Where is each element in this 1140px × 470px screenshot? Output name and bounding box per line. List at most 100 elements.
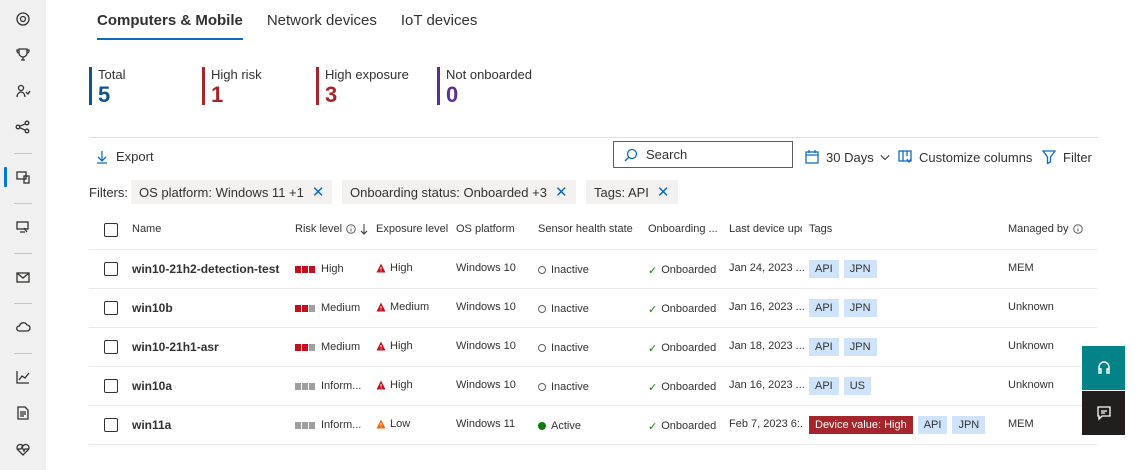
device-name-link[interactable]: win10-21h2-detection-test	[132, 261, 292, 277]
risk-level-cell: Inform...	[295, 378, 371, 394]
last-update-text: Jan 16, 2023 ...	[729, 301, 804, 313]
exposure-level-cell: Low	[376, 416, 454, 432]
filter-label: Filter	[1063, 149, 1092, 165]
filter-icon	[1041, 150, 1057, 165]
risk-level-text: Inform...	[321, 419, 362, 431]
row-checkbox[interactable]	[104, 262, 118, 276]
inactive-status-dot	[538, 383, 546, 391]
tab-iot-devices[interactable]: IoT devices	[401, 0, 477, 40]
time-range-label: 30 Days	[826, 149, 874, 165]
tab-computers-mobile[interactable]: Computers & Mobile	[97, 0, 243, 40]
sort-descending-icon[interactable]	[360, 223, 368, 235]
info-icon[interactable]	[1072, 224, 1083, 234]
tag-badge: US	[843, 377, 872, 395]
filters-label: Filters:	[89, 185, 128, 200]
search-input[interactable]	[646, 147, 786, 162]
onboarding-text: Onboarded	[661, 381, 717, 393]
column-header-managed-by[interactable]: Managed by	[1008, 223, 1098, 235]
info-icon[interactable]	[346, 224, 356, 234]
risk-level-cell: Medium	[295, 300, 371, 316]
column-header-exposure-level[interactable]: Exposure level	[376, 223, 454, 235]
column-header-sensor-health[interactable]: Sensor health state	[538, 223, 644, 235]
export-label: Export	[116, 149, 154, 164]
row-divider	[89, 288, 1098, 289]
help-chat-button[interactable]	[1082, 346, 1125, 390]
checkmark-icon: ✓	[648, 342, 658, 355]
stat-value: 0	[446, 82, 459, 107]
device-name-link[interactable]: win10a	[132, 378, 292, 394]
trophy-icon[interactable]	[14, 46, 32, 64]
remove-filter-icon[interactable]: ✕	[312, 185, 325, 200]
column-header-label: Managed by	[1008, 223, 1069, 235]
risk-level-cell: Medium	[295, 339, 371, 355]
stat-label: Total	[98, 67, 126, 82]
row-checkbox[interactable]	[104, 340, 118, 354]
select-all-checkbox[interactable]	[104, 223, 118, 237]
sensor-health-cell: Active	[538, 418, 638, 434]
onboarding-text: Onboarded	[661, 342, 717, 354]
exposure-level-cell: Medium	[376, 299, 454, 315]
inactive-status-dot	[538, 266, 546, 274]
report-icon[interactable]	[14, 404, 32, 422]
column-header-last-update[interactable]: Last device upc	[729, 223, 802, 235]
device-name-link[interactable]: win10b	[132, 300, 292, 316]
cloud-icon[interactable]	[14, 318, 32, 336]
devices-icon[interactable]	[14, 168, 32, 186]
filter-button[interactable]: Filter	[1041, 149, 1092, 165]
chart-icon[interactable]	[14, 368, 32, 386]
rail-divider	[14, 303, 32, 304]
active-status-dot	[538, 422, 546, 430]
column-header-name[interactable]: Name	[132, 223, 282, 235]
stat-high-exposure[interactable]: High exposure 3	[316, 67, 409, 106]
risk-level-text: Medium	[321, 341, 361, 353]
onboarding-cell: ✓ Onboarded	[648, 340, 726, 356]
risk-level-square	[302, 382, 308, 390]
row-checkbox[interactable]	[104, 379, 118, 393]
device-name-link[interactable]: win10-21h1-asr	[132, 339, 292, 355]
risk-level-square	[302, 265, 308, 273]
risk-level-square	[309, 382, 315, 390]
device-name-link[interactable]: win11a	[132, 417, 292, 433]
row-checkbox[interactable]	[104, 418, 118, 432]
os-platform-text: Windows 10	[456, 379, 516, 391]
remove-filter-icon[interactable]: ✕	[657, 185, 670, 200]
users-icon[interactable]	[14, 82, 32, 100]
tag-badge: API	[917, 416, 948, 434]
filter-chip-onboarding-status[interactable]: Onboarding status: Onboarded +3 ✕	[342, 180, 576, 204]
row-checkbox[interactable]	[104, 301, 118, 315]
risk-level-square	[302, 304, 308, 312]
search-box[interactable]	[613, 141, 793, 168]
exposure-level-cell: High	[376, 260, 454, 276]
remove-filter-icon[interactable]: ✕	[555, 185, 568, 200]
graph-icon[interactable]	[14, 118, 32, 136]
stat-not-onboarded[interactable]: Not onboarded 0	[437, 67, 532, 107]
column-header-onboarding[interactable]: Onboarding ...	[648, 223, 726, 235]
chevron-down-icon	[880, 154, 890, 161]
column-header-os-platform[interactable]: OS platform	[456, 223, 534, 235]
endpoints-icon[interactable]	[14, 218, 32, 236]
filter-chip-tags[interactable]: Tags: API ✕	[586, 180, 678, 204]
stat-high-risk[interactable]: High risk 1	[202, 67, 262, 106]
warning-triangle-icon	[376, 341, 386, 351]
sensor-health-text: Inactive	[551, 264, 589, 276]
customize-columns-button[interactable]: Customize columns	[897, 149, 1032, 165]
column-header-risk-level[interactable]: Risk level	[295, 223, 373, 235]
search-icon	[624, 148, 638, 161]
onboarding-text: Onboarded	[661, 303, 717, 315]
column-header-tags[interactable]: Tags	[809, 223, 999, 235]
stat-total[interactable]: Total 5	[89, 67, 126, 106]
risk-level-square	[309, 343, 315, 351]
tab-network-devices[interactable]: Network devices	[267, 0, 377, 40]
export-button[interactable]: Export	[96, 149, 154, 164]
health-icon[interactable]	[14, 440, 32, 458]
mail-icon[interactable]	[14, 268, 32, 286]
tag-badge: JPN	[843, 338, 877, 356]
filter-chip-label: OS platform: Windows 11 +1	[139, 184, 304, 200]
dashboard-icon[interactable]	[14, 10, 32, 28]
filter-chip-os-platform[interactable]: OS platform: Windows 11 +1 ✕	[131, 180, 333, 204]
exposure-level-text: Low	[390, 418, 411, 430]
feedback-button[interactable]	[1082, 391, 1125, 435]
time-range-dropdown[interactable]: 30 Days	[804, 149, 890, 165]
sensor-health-cell: Inactive	[538, 340, 638, 356]
device-type-tabs: Computers & Mobile Network devices IoT d…	[97, 0, 501, 40]
